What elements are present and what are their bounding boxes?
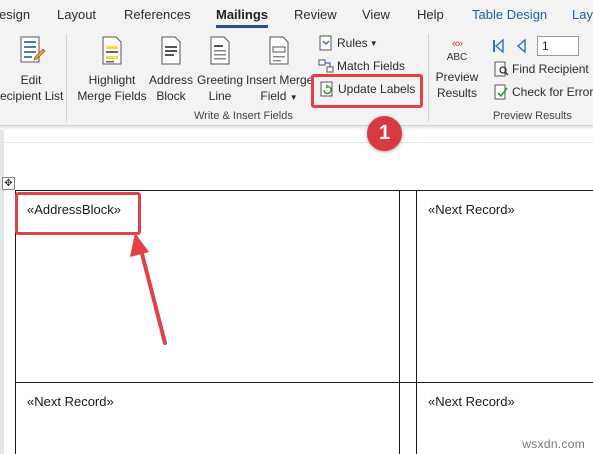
watermark: wsxdn.com	[522, 437, 585, 451]
step-number-badge: 1	[367, 116, 402, 151]
annotation-arrow-icon	[130, 233, 167, 345]
